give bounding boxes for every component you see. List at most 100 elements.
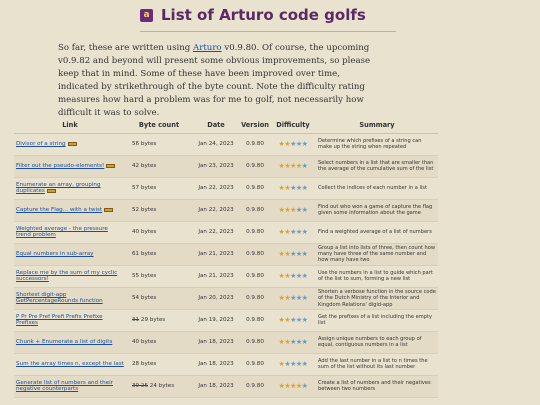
byte-count: 61 bytes [126,243,192,266]
byte-count: 54 bytes [126,287,192,310]
summary-cell: Group a list into lists of three, then c… [316,243,438,266]
date-cell: Jan 23, 2023 [192,155,240,178]
header-date[interactable]: Date [192,118,240,134]
ato-badge-icon[interactable] [67,141,77,146]
golf-link[interactable]: Filter out the pseudo-elements! [14,155,126,178]
date-cell: Jan 22, 2023 [192,221,240,244]
golf-link[interactable]: Chunk + Enumerate a list of digits [14,331,126,354]
difficulty-rating: ★★★★★ [270,331,316,354]
byte-count: 56 bytes [126,133,192,156]
golf-link[interactable]: Sum the array times n, except the last [14,353,126,376]
golf-link[interactable]: Enumerate an array, grouping duplicates [14,177,126,200]
current-byte-count: 52 bytes [132,207,157,213]
golf-link-text[interactable]: Replace me by the sum of my cyclic succe… [16,270,117,282]
golf-link[interactable]: Capture the Flag... with a twist [14,199,126,222]
current-byte-count: 56 bytes [132,141,157,147]
golf-link[interactable]: Replace me by the sum of my cyclic succe… [14,265,126,288]
summary-cell: Get the prefixes of a list including the… [316,309,438,332]
golf-link[interactable]: Generate list of numbers and their negat… [14,375,126,398]
summary-cell: Find a weighted average of a list of num… [316,221,438,244]
golf-link[interactable]: Divisor of a string [14,133,126,156]
date-cell: Jan 18, 2023 [192,375,240,398]
table-header: Link Byte count Date Version Difficulty … [14,118,438,134]
current-byte-count: 42 bytes [132,163,157,169]
version-cell: 0.9.80 [240,287,270,310]
header-summary[interactable]: Summary [316,118,438,134]
golf-link[interactable]: Equal numbers in sub-array [14,243,126,266]
star-icon: ★ [301,162,308,170]
byte-count: 55 bytes [126,265,192,288]
old-byte-count: 31 [132,317,140,324]
version-cell: 0.9.80 [240,265,270,288]
golf-link-text[interactable]: Divisor of a string [16,141,66,147]
header-difficulty[interactable]: Difficulty [270,118,316,134]
table-row: Weighted average - the pressure trend pr… [14,221,438,244]
date-cell: Jan 21, 2023 [192,243,240,266]
golf-link-text[interactable]: Weighted average - the pressure trend pr… [16,226,108,238]
version-cell: 0.9.80 [240,221,270,244]
date-cell: Jan 24, 2023 [192,133,240,156]
golf-link-text[interactable]: Filter out the pseudo-elements! [16,163,104,169]
difficulty-rating: ★★★★★ [270,155,316,178]
old-byte-count: 30 25 [132,383,149,390]
header-link[interactable]: Link [14,118,126,134]
ato-badge-icon[interactable] [46,188,56,193]
golf-link-text[interactable]: Chunk + Enumerate a list of digits [16,339,112,345]
ato-badge-icon[interactable] [106,163,116,168]
summary-cell: Assign unique numbers to each group of e… [316,331,438,354]
star-icon: ★ [301,294,308,303]
byte-count: 40 bytes [126,221,192,244]
table-row: Capture the Flag... with a twist 52 bytes… [14,199,438,222]
date-cell: Jan 20, 2023 [192,287,240,310]
current-byte-count: 61 bytes [132,251,157,258]
ato-badge-icon[interactable] [104,207,114,212]
golfs-table: Link Byte count Date Version Difficulty … [14,118,438,398]
golf-link-text[interactable]: Generate list of numbers and their negat… [16,380,113,392]
golf-link-text[interactable]: Sum the array times n, except the last [16,361,124,367]
version-cell: 0.9.80 [240,199,270,222]
golf-link-text[interactable]: Enumerate an array, grouping duplicates [16,182,101,194]
difficulty-rating: ★★★★★ [270,375,316,398]
current-byte-count: 54 bytes [132,295,157,302]
star-icon: ★ [301,272,308,281]
difficulty-rating: ★★★★★ [270,287,316,310]
difficulty-rating: ★★★★★ [270,221,316,244]
table-row: Enumerate an array, grouping duplicates 5… [14,177,438,200]
version-cell: 0.9.80 [240,243,270,266]
golf-link-text[interactable]: Capture the Flag... with a twist [16,207,102,213]
star-icon: ★ [301,250,308,259]
difficulty-rating: ★★★★★ [270,309,316,332]
star-icon: ★ [301,360,308,369]
golf-link[interactable]: Weighted average - the pressure trend pr… [14,221,126,244]
star-icon: ★ [301,316,308,325]
golf-link-text[interactable]: Equal numbers in sub-array [16,251,94,257]
header-version[interactable]: Version [240,118,270,134]
table-row: P Pr Pre Pref Prefi Prefix Prefixe Prefi… [14,309,438,332]
table-row: Filter out the pseudo-elements! 42 bytes J… [14,155,438,178]
table-row: Replace me by the sum of my cyclic succe… [14,265,438,288]
byte-count: 31 29 bytes [126,309,192,332]
golf-link[interactable]: Shortest digit-app GetPercentageRounds f… [14,287,126,310]
difficulty-rating: ★★★★★ [270,199,316,222]
summary-cell: Use the numbers in a list to guide which… [316,265,438,288]
golf-link-text[interactable]: Shortest digit-app GetPercentageRounds f… [16,292,103,304]
byte-count: 57 bytes [126,177,192,200]
arturo-logo-icon: a [140,8,153,22]
date-cell: Jan 18, 2023 [192,331,240,354]
golf-link[interactable]: P Pr Pre Pref Prefi Prefix Prefixe Prefi… [14,309,126,332]
date-cell: Jan 19, 2023 [192,309,240,332]
page-header: a List of Arturo code golfs [140,6,366,24]
difficulty-rating: ★★★★★ [270,133,316,156]
arturo-link[interactable]: Arturo [193,43,222,53]
table-row: Divisor of a string 56 bytes Jan 24, 2023 0… [14,133,438,156]
summary-cell: Create a list of numbers and their negat… [316,375,438,398]
golf-link-text[interactable]: P Pr Pre Pref Prefi Prefix Prefixe Prefi… [16,314,103,326]
star-icon: ★ [301,228,308,236]
difficulty-rating: ★★★★★ [270,265,316,288]
summary-cell: Shorten a verbose function in the source… [316,287,438,310]
intro-paragraph: So far, these are written using Arturo v… [58,42,378,120]
star-icon: ★ [301,206,308,214]
header-bytes[interactable]: Byte count [126,118,192,134]
summary-cell: Add the last number in a list to n times… [316,353,438,376]
summary-cell: Find out who won a game of capture the f… [316,199,438,222]
